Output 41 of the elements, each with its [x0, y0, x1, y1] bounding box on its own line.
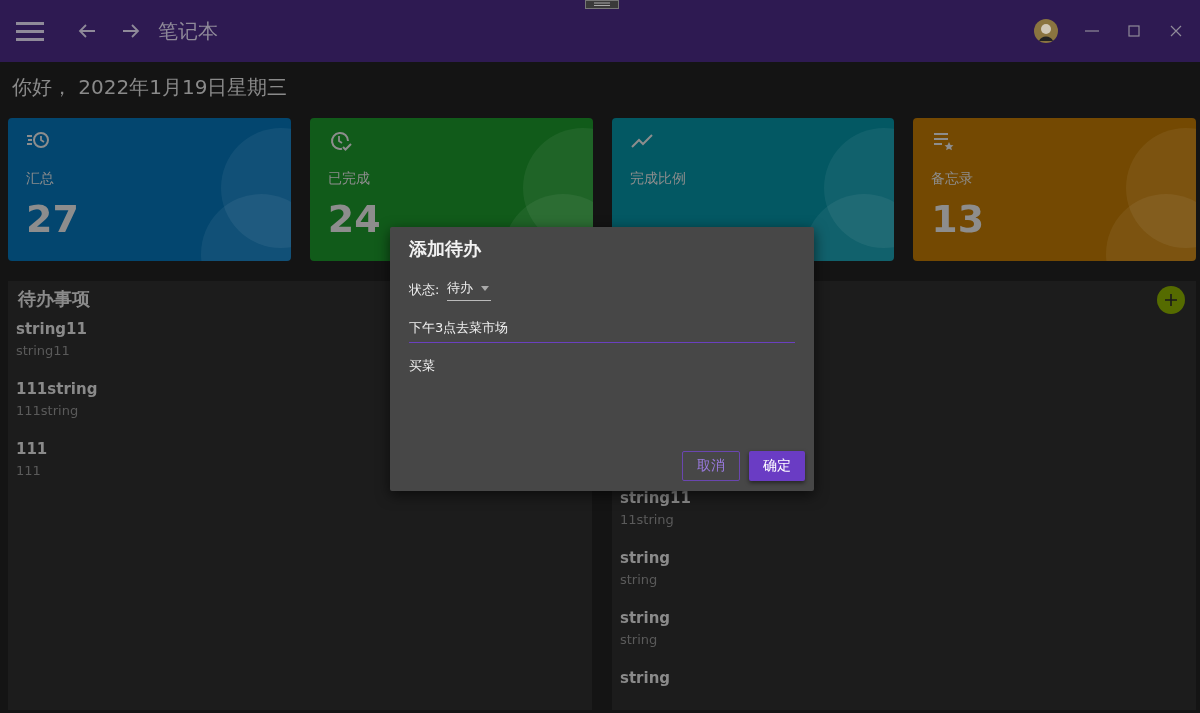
- stat-value: 27: [26, 200, 80, 238]
- cancel-button[interactable]: 取消: [682, 451, 740, 481]
- todo-title[interactable]: string: [620, 548, 671, 568]
- stat-label: 汇总: [26, 170, 55, 188]
- dialog-title: 添加待办: [409, 237, 482, 261]
- confirm-button[interactable]: 确定: [749, 451, 805, 481]
- todo-title[interactable]: 111: [16, 439, 48, 459]
- maximize-icon[interactable]: [1126, 23, 1142, 39]
- todo-subtitle: string: [620, 571, 658, 589]
- title-field[interactable]: 下午3点去菜市场: [409, 315, 795, 343]
- menu-icon[interactable]: [16, 21, 44, 41]
- stat-label: 完成比例: [629, 170, 687, 188]
- window-title: 笔记本: [158, 17, 218, 45]
- avatar-icon[interactable]: [1034, 19, 1058, 43]
- stat-label: 备忘录: [931, 170, 975, 188]
- todo-subtitle: 111: [16, 462, 41, 480]
- todo-title[interactable]: string11: [620, 488, 691, 508]
- forward-icon[interactable]: [122, 23, 140, 39]
- todo-title[interactable]: 111string: [16, 379, 98, 399]
- todo-subtitle: 11string: [620, 511, 674, 529]
- greeting: 你好， 2022年1月19日星期三: [11, 74, 289, 101]
- dropdown-caret-icon: [481, 285, 490, 291]
- back-icon[interactable]: [78, 23, 96, 39]
- todo-subtitle: string: [620, 631, 658, 649]
- todo-subtitle: string11: [16, 342, 70, 360]
- stat-value: 24: [327, 200, 382, 238]
- list-star-icon: [931, 130, 956, 152]
- grip-icon[interactable]: [585, 0, 619, 9]
- todo-title[interactable]: string: [620, 668, 671, 688]
- content-field[interactable]: 买菜: [409, 357, 805, 451]
- todo-title[interactable]: string: [620, 608, 671, 628]
- add-button[interactable]: [1157, 286, 1185, 314]
- panel-title: 待办事项: [18, 287, 90, 311]
- todo-title[interactable]: string11: [16, 319, 87, 339]
- stat-label: 已完成: [327, 170, 371, 188]
- close-icon[interactable]: [1168, 23, 1184, 39]
- todo-subtitle: 111string: [16, 402, 79, 420]
- status-dropdown[interactable]: 待办: [447, 279, 492, 301]
- status-label: 状态:: [409, 281, 440, 299]
- stat-value: 13: [931, 200, 986, 238]
- plus-icon: [1165, 294, 1177, 306]
